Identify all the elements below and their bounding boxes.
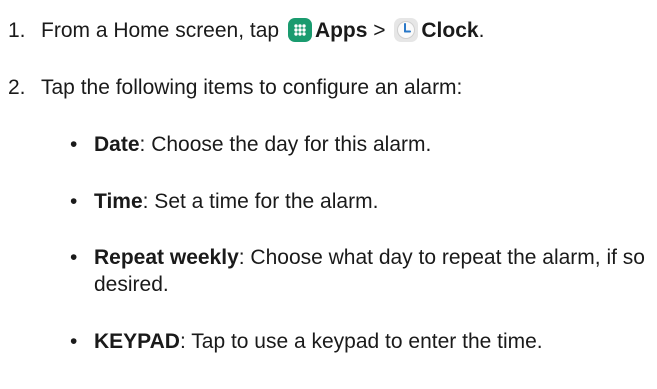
step-text: From a Home screen, tap bbox=[41, 19, 280, 42]
nav-separator: > bbox=[373, 19, 386, 42]
bullet-date: • Date: Choose the day for this alarm. bbox=[70, 131, 650, 158]
step-1: 1. From a Home screen, tap Apps > Clock. bbox=[8, 18, 484, 44]
step-text: Tap the following items to configure an … bbox=[41, 76, 463, 99]
bullet-desc: : Tap to use a keypad to enter the time. bbox=[179, 330, 543, 353]
bullet-term: Date bbox=[94, 133, 140, 156]
bullet-desc: : Choose the day for this alarm. bbox=[139, 133, 432, 156]
clock-label: Clock bbox=[421, 19, 479, 42]
bullet-repeat-weekly: • Repeat weekly: Choose what day to repe… bbox=[70, 244, 650, 298]
bullet-desc: : Set a time for the alarm. bbox=[142, 190, 379, 213]
bullet-dot: • bbox=[70, 190, 78, 213]
clock-icon bbox=[394, 18, 419, 42]
bullet-keypad: • KEYPAD: Tap to use a keypad to enter t… bbox=[70, 328, 650, 355]
step-end: . bbox=[478, 19, 485, 42]
bullet-dot: • bbox=[70, 133, 78, 156]
bullet-dot: • bbox=[70, 246, 78, 269]
bullet-time: • Time: Set a time for the alarm. bbox=[70, 188, 650, 215]
step-2: 2. Tap the following items to configure a… bbox=[8, 75, 462, 101]
apps-grid-icon bbox=[287, 18, 312, 42]
bullet-dot: • bbox=[70, 330, 78, 353]
bullet-term: Time bbox=[94, 190, 143, 213]
bullet-term: Repeat weekly bbox=[94, 246, 239, 269]
step-number: 1. bbox=[8, 19, 26, 42]
bullet-term: KEYPAD bbox=[94, 330, 180, 353]
apps-label: Apps bbox=[314, 19, 368, 42]
step-number: 2. bbox=[8, 76, 26, 99]
